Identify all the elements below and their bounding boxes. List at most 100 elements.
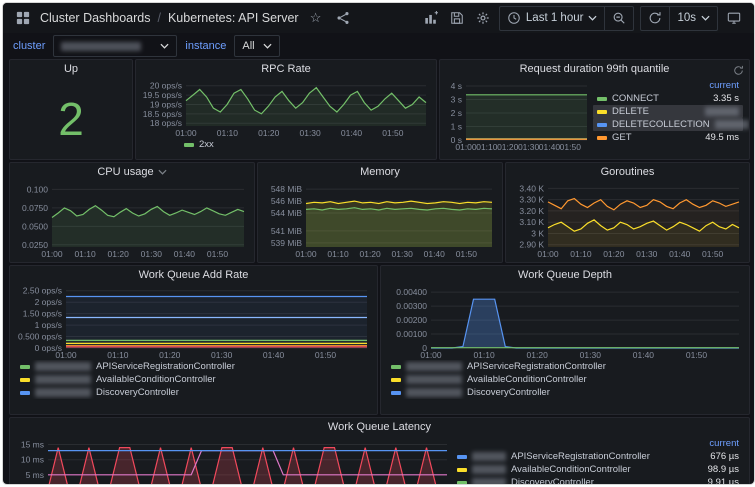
svg-text:544 MiB: 544 MiB xyxy=(271,208,303,218)
svg-text:0.00100: 0.00100 xyxy=(396,329,427,339)
series-current-value: 676 µs xyxy=(710,451,739,462)
kiosk-monitor-icon[interactable] xyxy=(724,8,744,28)
series-label: GET xyxy=(612,132,632,143)
svg-text:0.500 ops/s: 0.500 ops/s xyxy=(18,332,62,342)
panel-title-goroutines[interactable]: Goroutines xyxy=(506,163,749,181)
svg-text:01:00: 01:00 xyxy=(295,249,317,259)
svg-text:548 MiB: 548 MiB xyxy=(271,184,303,194)
legend-item[interactable]: APIServiceRegistrationController xyxy=(16,360,373,373)
legend-item[interactable]: APIServiceRegistrationController xyxy=(387,360,745,373)
cluster-variable-select[interactable] xyxy=(53,35,178,57)
series-label: DiscoveryController xyxy=(511,477,594,485)
chevron-down-icon xyxy=(701,15,710,21)
apps-grid-icon[interactable] xyxy=(13,8,33,28)
series-current-value: 3.35 s xyxy=(713,93,739,104)
legend-item[interactable]: APIServiceRegistrationController 676 µs xyxy=(453,450,743,463)
svg-text:01:30: 01:30 xyxy=(392,249,414,259)
svg-text:01:10: 01:10 xyxy=(217,128,239,138)
redacted-prefix xyxy=(406,362,462,371)
svg-text:01:40: 01:40 xyxy=(263,350,285,360)
legend-item-2xx[interactable]: 2xx xyxy=(140,138,432,151)
goroutines-chart[interactable]: 2.90 K3 K 3.10 K 3.20 K 3.30 K 3.40 K 01:00 01… xyxy=(510,181,745,259)
legend-item[interactable]: DiscoveryController xyxy=(387,386,745,399)
dashboard-settings-gear-icon[interactable] xyxy=(473,8,493,28)
breadcrumb-dashboard-title[interactable]: Kubernetes: API Server xyxy=(168,11,299,25)
svg-text:1 s: 1 s xyxy=(451,122,462,132)
add-panel-icon[interactable] xyxy=(421,8,441,28)
svg-text:01:30: 01:30 xyxy=(299,128,321,138)
series-color-swatch xyxy=(20,364,30,369)
chevron-down-icon xyxy=(158,169,167,175)
work-queue-depth-chart[interactable]: 0 0.00100 0.00200 0.00300 0.00400 01:00 01:10 0… xyxy=(385,284,745,360)
work-queue-add-rate-chart[interactable]: 0 ops/s 0.500 ops/s 1 ops/s 1.50 ops/s 2 ops… xyxy=(14,284,373,360)
panel-title-request-duration[interactable]: Request duration 99th quantile xyxy=(440,60,749,78)
legend-item-connect[interactable]: CONNECT 3.35 s xyxy=(593,92,743,105)
panel-up: Up 2 xyxy=(9,59,133,160)
save-dashboard-icon[interactable] xyxy=(447,8,467,28)
svg-text:1 ops/s: 1 ops/s xyxy=(35,320,62,330)
svg-text:01:50: 01:50 xyxy=(702,249,724,259)
work-queue-latency-legend: current APIServiceRegistrationController… xyxy=(453,436,745,485)
refresh-interval-dropdown[interactable]: 10s xyxy=(669,6,717,30)
request-duration-legend: current CONNECT 3.35 s DELETE DELETECOLL… xyxy=(593,78,749,157)
rpc-rate-chart[interactable]: 18 ops/s 18.5 ops/s 19 ops/s 19.5 ops/s 20 o… xyxy=(140,78,432,138)
zoom-out-time-button[interactable] xyxy=(604,6,633,30)
series-label: AvailableConditionController xyxy=(511,464,631,475)
legend-item[interactable]: DiscoveryController xyxy=(16,386,373,399)
memory-chart[interactable]: 539 MiB 541 MiB 544 MiB 546 MiB 548 MiB 01:00… xyxy=(262,181,498,259)
svg-text:539 MiB: 539 MiB xyxy=(271,238,303,248)
series-color-swatch xyxy=(597,96,607,101)
svg-text:01:40: 01:40 xyxy=(341,128,363,138)
panel-title-work-queue-add-rate[interactable]: Work Queue Add Rate xyxy=(10,266,377,284)
svg-text:01:40: 01:40 xyxy=(669,249,691,259)
star-icon[interactable]: ☆ xyxy=(306,8,326,28)
time-range-label: Last 1 hour xyxy=(525,12,584,24)
svg-text:01:20: 01:20 xyxy=(108,249,130,259)
legend-item-deletecollection[interactable]: DELETECOLLECTION xyxy=(593,118,749,131)
breadcrumb-folder[interactable]: Cluster Dashboards xyxy=(40,11,150,25)
series-label: CONNECT xyxy=(612,93,659,104)
series-color-swatch xyxy=(457,480,467,484)
legend-item[interactable]: AvailableConditionController xyxy=(16,373,373,386)
svg-text:01:10: 01:10 xyxy=(327,249,349,259)
svg-text:3 s: 3 s xyxy=(451,95,462,105)
svg-text:01:40: 01:40 xyxy=(174,249,196,259)
cpu-usage-chart[interactable]: 0.0250 0.0500 0.0750 0.100 01:00 01:10 01:20 01… xyxy=(14,181,250,259)
svg-text:3.10 K: 3.10 K xyxy=(519,217,544,227)
request-duration-chart[interactable]: 0 s1 s2 s3 s4 s 01:00 01:10 01:20 01:30 01:40… xyxy=(444,78,593,152)
series-color-swatch xyxy=(184,142,194,147)
svg-text:0.00200: 0.00200 xyxy=(396,315,427,325)
time-range-picker[interactable]: Last 1 hour xyxy=(500,7,605,30)
legend-item-delete[interactable]: DELETE xyxy=(593,105,743,118)
legend-item[interactable]: AvailableConditionController 98.9 µs xyxy=(453,463,743,476)
chevron-down-icon xyxy=(263,43,272,49)
refresh-interval-label: 10s xyxy=(677,12,696,24)
work-queue-latency-chart[interactable]: 5 ms10 ms15 ms01:0001:1001:2001:3001:400… xyxy=(14,436,453,484)
svg-text:01:10: 01:10 xyxy=(473,350,495,360)
zoom-out-icon xyxy=(612,11,626,25)
panel-title-work-queue-latency[interactable]: Work Queue Latency xyxy=(10,418,749,436)
panel-title-cpu-usage[interactable]: CPU usage xyxy=(10,163,254,181)
svg-text:0.0500: 0.0500 xyxy=(22,221,48,231)
cluster-variable-label: cluster xyxy=(13,40,46,52)
top-navbar: Cluster Dashboards / Kubernetes: API Ser… xyxy=(3,3,754,33)
series-color-swatch xyxy=(457,467,467,472)
legend-item[interactable]: AvailableConditionController xyxy=(387,373,745,386)
svg-text:546 MiB: 546 MiB xyxy=(271,196,303,206)
panel-title-rpc-rate[interactable]: RPC Rate xyxy=(136,60,436,78)
panel-title-text: CPU usage xyxy=(97,166,154,178)
panel-title-memory[interactable]: Memory xyxy=(258,163,502,181)
panel-title-work-queue-depth[interactable]: Work Queue Depth xyxy=(381,266,749,284)
redacted-prefix xyxy=(472,452,506,461)
share-icon[interactable] xyxy=(333,8,353,28)
grafana-window: Cluster Dashboards / Kubernetes: API Ser… xyxy=(2,2,755,485)
legend-item[interactable]: DiscoveryController 9.91 µs xyxy=(453,476,743,485)
refresh-button[interactable] xyxy=(641,7,669,30)
legend-item-get[interactable]: GET 49.5 ms xyxy=(593,131,743,144)
redacted-prefix xyxy=(472,465,506,474)
instance-variable-select[interactable]: All xyxy=(234,35,280,57)
panel-title-up[interactable]: Up xyxy=(10,60,132,78)
svg-text:01:20: 01:20 xyxy=(359,249,381,259)
svg-text:01:50: 01:50 xyxy=(315,350,337,360)
refresh-picker-group: 10s xyxy=(640,5,718,31)
